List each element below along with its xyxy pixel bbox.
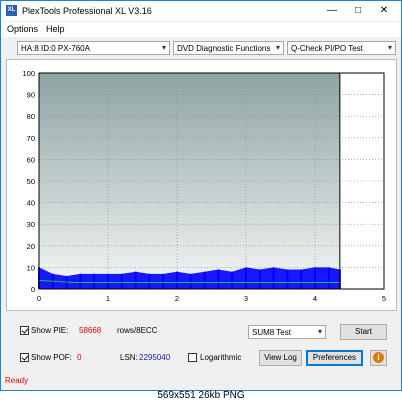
y-tick-label: 100 <box>22 69 35 78</box>
lsn-label: LSN: <box>120 353 138 362</box>
y-tick-label: 50 <box>27 177 35 186</box>
title-bar: XL PlexTools Professional XL V3.16 — □ ✕ <box>1 1 401 21</box>
close-button[interactable]: ✕ <box>371 1 397 21</box>
sum8-test-select[interactable]: SUM8 Test ▾ <box>248 325 326 339</box>
chevron-down-icon: ▾ <box>317 327 322 336</box>
image-caption: 569x551 26kb PNG <box>157 390 245 401</box>
logarithmic-checkbox[interactable] <box>188 353 197 362</box>
start-button[interactable]: Start <box>340 324 387 340</box>
drive-select-value: HA:8 ID:0 PX-760A <box>21 44 90 53</box>
y-tick-label: 10 <box>27 263 35 272</box>
test-select-value: Q-Check PI/PO Test <box>291 44 363 53</box>
x-tick-label: 3 <box>244 294 248 303</box>
x-tick-label: 1 <box>106 294 110 303</box>
chart-panel: 0 10 20 30 40 50 60 70 80 90 100 0 1 2 3 4 5 <box>6 59 397 311</box>
show-pof-checkbox[interactable] <box>20 353 29 362</box>
preferences-button[interactable]: Preferences <box>306 350 363 366</box>
maximize-button[interactable]: □ <box>345 1 371 21</box>
pi-po-chart: 0 10 20 30 40 50 60 70 80 90 100 0 1 2 3 4 5 <box>22 69 386 303</box>
function-select[interactable]: DVD Diagnostic Functions ▾ <box>173 41 284 55</box>
y-tick-label: 90 <box>27 91 35 100</box>
pof-value: 0 <box>77 353 82 362</box>
status-bar-text: Ready <box>5 376 29 385</box>
function-select-value: DVD Diagnostic Functions <box>177 44 271 53</box>
x-tick-label: 2 <box>175 294 179 303</box>
view-log-button[interactable]: View Log <box>259 350 302 366</box>
minimize-button[interactable]: — <box>319 1 345 21</box>
x-tick-label: 5 <box>382 294 386 303</box>
logarithmic-label: Logarithmic <box>200 353 242 362</box>
lsn-value: 2295040 <box>139 353 171 362</box>
drive-select[interactable]: HA:8 ID:0 PX-760A ▾ <box>17 41 170 55</box>
x-tick-label: 4 <box>313 294 317 303</box>
info-icon: i <box>373 352 384 363</box>
sum8-test-value: SUM8 Test <box>252 328 291 337</box>
test-select[interactable]: Q-Check PI/PO Test ▾ <box>287 41 396 55</box>
info-button[interactable]: i <box>370 350 387 366</box>
plot-area-remaining <box>339 73 384 289</box>
app-window: XL PlexTools Professional XL V3.16 — □ ✕… <box>0 0 402 391</box>
pie-value: 58668 <box>79 326 102 335</box>
rows-label: rows/8ECC <box>117 326 158 335</box>
menu-options[interactable]: Options <box>7 24 38 34</box>
x-tick-label: 0 <box>37 294 41 303</box>
y-tick-label: 70 <box>27 134 35 143</box>
show-pie-checkbox[interactable] <box>20 326 29 335</box>
y-tick-label: 20 <box>27 242 35 251</box>
y-tick-label: 40 <box>27 199 35 208</box>
app-icon: XL <box>6 5 17 16</box>
menu-bar: Options Help <box>1 22 401 37</box>
chevron-down-icon: ▾ <box>387 43 392 52</box>
show-pof-label: Show POF: <box>31 353 72 362</box>
y-tick-label: 60 <box>27 155 35 164</box>
chevron-down-icon: ▾ <box>275 43 280 52</box>
y-tick-label: 80 <box>27 112 35 121</box>
chevron-down-icon: ▾ <box>161 43 166 52</box>
window-title: PlexTools Professional XL V3.16 <box>22 6 152 16</box>
y-tick-label: 0 <box>31 285 35 294</box>
y-tick-label: 30 <box>27 220 35 229</box>
show-pie-label: Show PIE: <box>31 326 69 335</box>
menu-help[interactable]: Help <box>46 24 65 34</box>
